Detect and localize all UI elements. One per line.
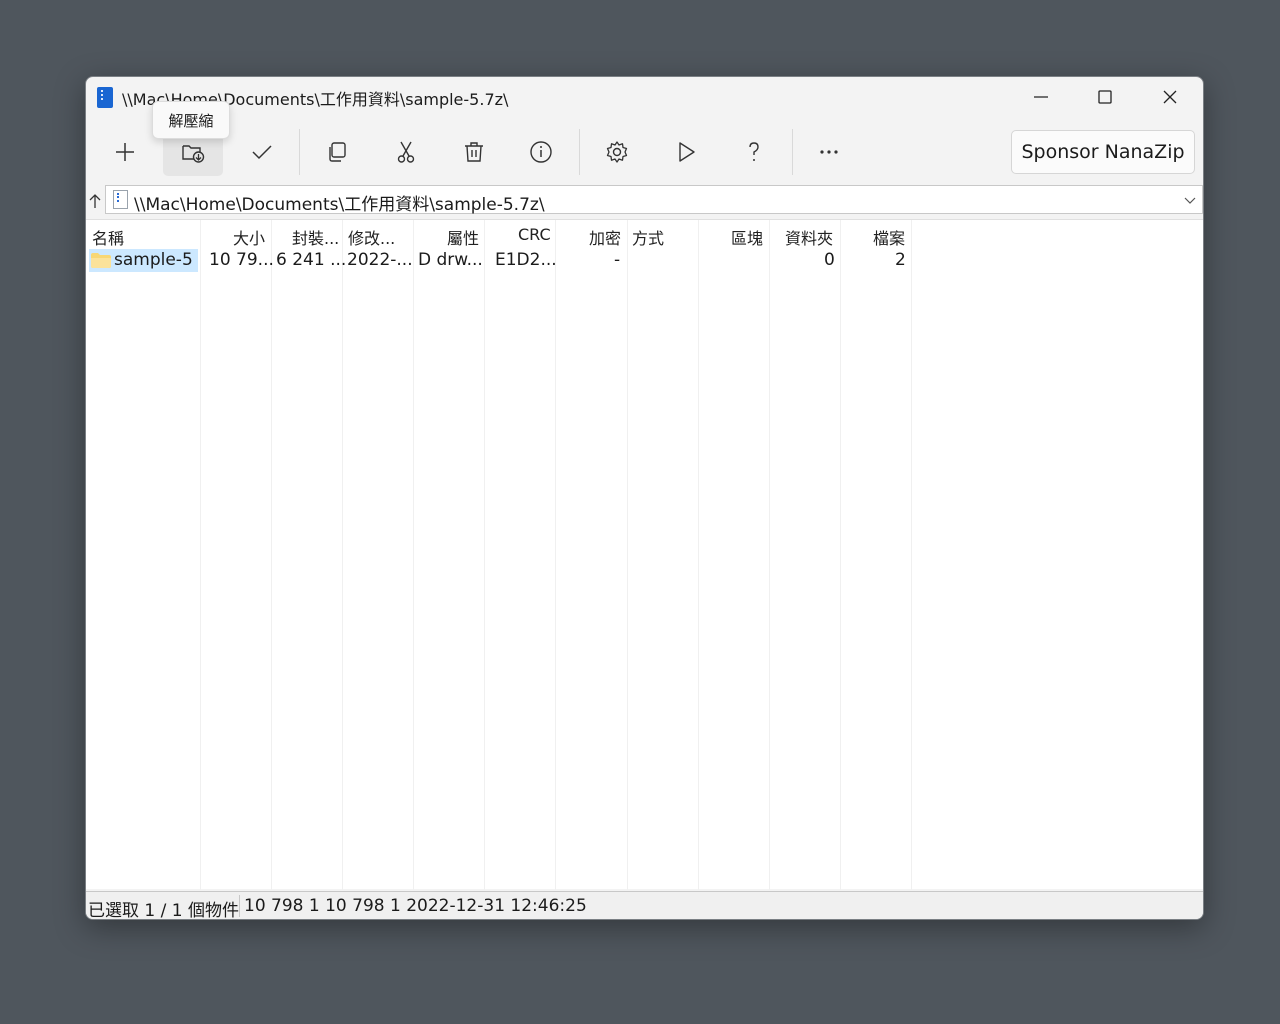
column-header-size[interactable]: 大小 bbox=[233, 225, 265, 249]
toolbar-separator bbox=[792, 129, 793, 175]
column-header-packed[interactable]: 封裝... bbox=[292, 225, 339, 249]
column-divider bbox=[484, 220, 485, 890]
file-list[interactable]: 名稱 大小 封裝... 修改... 屬性 CRC 加密 方式 區塊 資料夾 檔案… bbox=[86, 219, 1203, 890]
address-path: \\Mac\Home\Documents\工作用資料\sample-5.7z\ bbox=[134, 195, 545, 215]
column-header-attributes[interactable]: 屬性 bbox=[447, 225, 479, 249]
trash-icon bbox=[465, 142, 483, 162]
toolbar-separator bbox=[299, 129, 300, 175]
column-divider bbox=[342, 220, 343, 890]
more-icon bbox=[820, 150, 838, 154]
benchmark-button[interactable] bbox=[656, 128, 716, 176]
row-name-cell[interactable]: sample-5 bbox=[89, 249, 198, 272]
archive-app-icon bbox=[97, 87, 113, 108]
checkmark-icon bbox=[252, 145, 272, 160]
column-divider bbox=[627, 220, 628, 890]
test-button[interactable] bbox=[232, 128, 292, 176]
info-icon bbox=[530, 141, 552, 163]
column-header-folders[interactable]: 資料夾 bbox=[785, 225, 833, 249]
column-divider bbox=[698, 220, 699, 890]
column-header-modified[interactable]: 修改... bbox=[348, 225, 395, 249]
column-header-method[interactable]: 方式 bbox=[632, 225, 664, 249]
column-divider bbox=[271, 220, 272, 890]
title-bar: \\Mac\Home\Documents\工作用資料\sample-5.7z\ bbox=[86, 77, 1203, 117]
table-row[interactable]: sample-5 10 79... 6 241 ... 2022-... D d… bbox=[86, 249, 1203, 273]
close-button[interactable] bbox=[1140, 77, 1200, 117]
gear-icon bbox=[606, 141, 628, 163]
row-packed: 6 241 ... bbox=[276, 250, 347, 270]
toolbar-separator bbox=[579, 129, 580, 175]
chevron-down-icon[interactable] bbox=[1184, 195, 1196, 205]
scissors-icon bbox=[397, 141, 415, 163]
row-modified: 2022-... bbox=[347, 250, 413, 270]
row-encrypted: - bbox=[614, 250, 621, 270]
address-bar: \\Mac\Home\Documents\工作用資料\sample-5.7z\ bbox=[86, 185, 1203, 215]
column-divider bbox=[555, 220, 556, 890]
options-button[interactable] bbox=[587, 128, 647, 176]
add-button[interactable] bbox=[95, 128, 155, 176]
up-arrow-icon[interactable] bbox=[88, 193, 102, 209]
row-files: 2 bbox=[895, 250, 906, 270]
column-header-encrypted[interactable]: 加密 bbox=[589, 225, 621, 249]
row-crc: E1D2... bbox=[495, 250, 557, 270]
column-header-block[interactable]: 區塊 bbox=[731, 225, 763, 249]
folder-extract-icon bbox=[182, 145, 205, 163]
column-header-files[interactable]: 檔案 bbox=[873, 225, 905, 249]
status-details: 10 798 1 10 798 1 2022-12-31 12:46:25 bbox=[244, 896, 587, 916]
extract-tooltip: 解壓縮 bbox=[152, 101, 230, 139]
row-folders: 0 bbox=[824, 250, 835, 270]
close-icon bbox=[1163, 90, 1177, 104]
minimize-icon bbox=[1034, 96, 1048, 98]
app-window: \\Mac\Home\Documents\工作用資料\sample-5.7z\ … bbox=[85, 76, 1204, 920]
toolbar: Sponsor NanaZip bbox=[86, 125, 1203, 181]
sponsor-button[interactable]: Sponsor NanaZip bbox=[1011, 130, 1195, 174]
minimize-button[interactable] bbox=[1011, 77, 1071, 117]
row-attributes: D drw... bbox=[418, 250, 483, 270]
column-header-crc[interactable]: CRC bbox=[518, 225, 551, 244]
row-size: 10 79... bbox=[209, 250, 274, 270]
move-button[interactable] bbox=[376, 128, 436, 176]
column-divider bbox=[840, 220, 841, 890]
column-divider bbox=[200, 220, 201, 890]
column-divider bbox=[769, 220, 770, 890]
plus-icon bbox=[116, 143, 134, 161]
status-bar: 已選取 1 / 1 個物件 10 798 1 10 798 1 2022-12-… bbox=[86, 891, 1203, 920]
info-button[interactable] bbox=[511, 128, 571, 176]
row-name: sample-5 bbox=[114, 250, 193, 270]
help-button[interactable] bbox=[724, 128, 784, 176]
play-icon bbox=[679, 142, 695, 162]
delete-button[interactable] bbox=[444, 128, 504, 176]
copy-icon bbox=[329, 142, 346, 162]
maximize-icon bbox=[1098, 90, 1112, 104]
column-divider bbox=[413, 220, 414, 890]
maximize-button[interactable] bbox=[1075, 77, 1135, 117]
status-selection: 已選取 1 / 1 個物件 bbox=[88, 901, 239, 920]
copy-button[interactable] bbox=[307, 128, 367, 176]
more-button[interactable] bbox=[799, 128, 859, 176]
help-icon bbox=[749, 142, 759, 161]
address-input[interactable]: \\Mac\Home\Documents\工作用資料\sample-5.7z\ bbox=[105, 185, 1203, 215]
folder-icon bbox=[91, 253, 111, 268]
archive-file-icon bbox=[113, 190, 128, 209]
column-header-name[interactable]: 名稱 bbox=[92, 225, 124, 249]
status-divider bbox=[239, 895, 240, 917]
column-divider bbox=[911, 220, 912, 890]
